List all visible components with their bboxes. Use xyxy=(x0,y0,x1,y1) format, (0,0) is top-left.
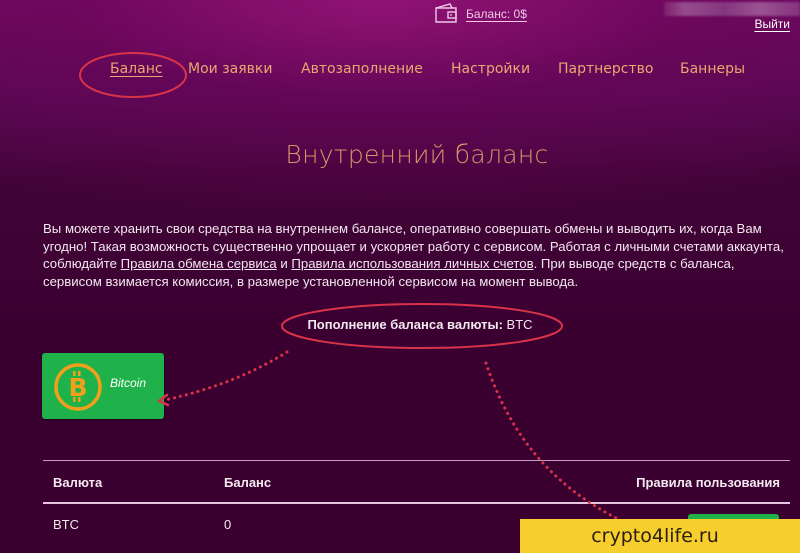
wallet-icon xyxy=(434,3,458,24)
logout-link[interactable]: Выйти xyxy=(754,17,790,31)
table-cell-balance: 0 xyxy=(224,517,232,532)
header-balance[interactable]: Баланс: 0$ xyxy=(434,3,527,24)
nav-item-partnership[interactable]: Партнерство xyxy=(558,61,653,77)
nav-item-my-orders[interactable]: Мои заявки xyxy=(188,61,272,77)
arrow-to-bitcoin xyxy=(163,350,289,402)
balance-link[interactable]: Баланс: 0$ xyxy=(466,7,527,21)
page-description: Вы можете хранить свои средства на внутр… xyxy=(43,220,795,290)
table-cell-currency: BTC xyxy=(53,517,79,532)
bitcoin-currency-button[interactable]: B Bitcoin xyxy=(42,353,164,419)
user-name-blurred xyxy=(664,2,800,16)
account-rules-link[interactable]: Правила использования личных счетов xyxy=(291,256,533,271)
topup-label: Пополнение баланса валюты: xyxy=(307,317,503,332)
table-header-currency: Валюта xyxy=(53,475,103,490)
nav-item-balance[interactable]: Баланс xyxy=(110,61,163,77)
table-header-rules: Правила пользования xyxy=(636,475,780,490)
table-top-border xyxy=(43,460,790,461)
nav-item-banners[interactable]: Баннеры xyxy=(680,61,745,77)
table-header-balance: Баланс xyxy=(224,475,272,490)
page-title: Внутренний баланс xyxy=(285,140,549,169)
arrow-to-rules xyxy=(484,361,622,522)
exchange-rules-link[interactable]: Правила обмена сервиса xyxy=(121,256,277,271)
nav-item-autofill[interactable]: Автозаполнение xyxy=(301,61,423,77)
topup-currency: BTC xyxy=(502,317,533,332)
page: Баланс: 0$ Выйти Баланс Мои заявки Автоз… xyxy=(0,0,800,553)
watermark-banner: crypto4life.ru xyxy=(520,519,800,553)
description-text-2: и xyxy=(276,256,292,271)
nav-item-settings[interactable]: Настройки xyxy=(451,61,530,77)
bitcoin-label: Bitcoin xyxy=(110,376,147,390)
topup-heading: Пополнение баланса валюты: BTC xyxy=(0,317,800,332)
table-header-border xyxy=(43,502,790,504)
